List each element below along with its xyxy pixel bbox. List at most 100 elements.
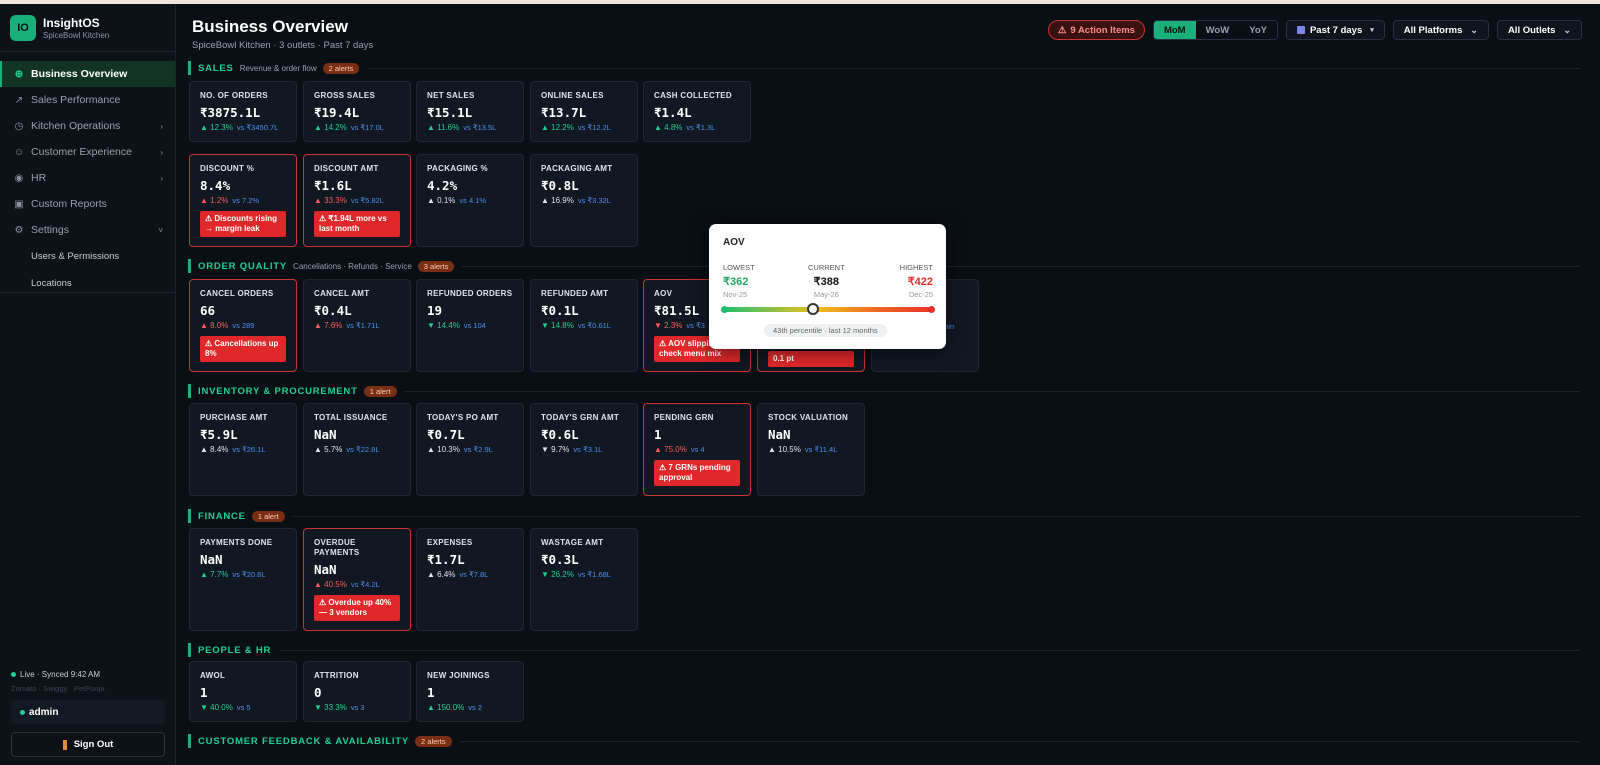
kpi-card-new-joinings[interactable]: NEW JOININGS 1 ▲ 150.0% vs 2 bbox=[416, 661, 524, 722]
outlets-dropdown[interactable]: All Outlets ⌄ bbox=[1496, 20, 1582, 40]
kpi-value: ₹5.9L bbox=[200, 427, 238, 442]
delta-value: 40.0% bbox=[210, 703, 233, 712]
kpi-card-stock-valuation[interactable]: STOCK VALUATION NaN ▲ 10.5% vs ₹11.4L bbox=[757, 403, 865, 496]
kpi-label: AWOL bbox=[200, 671, 226, 680]
kpi-delta: ▲ 75.0% vs 4 bbox=[654, 445, 705, 454]
sidebar-item-settings[interactable]: ⚙ Settings ˅ bbox=[0, 217, 175, 243]
sidebar-item-custom-reports[interactable]: ▣ Custom Reports bbox=[0, 191, 175, 217]
kpi-card-expenses[interactable]: EXPENSES ₹1.7L ▲ 6.4% vs ₹7.8L bbox=[416, 528, 524, 631]
kpi-card-todays-grn-amt[interactable]: TODAY'S GRN AMT ₹0.6L ▼ 9.7% vs ₹3.1L bbox=[530, 403, 638, 496]
comparison-value: vs ₹2.9L bbox=[463, 445, 493, 454]
kpi-label: ONLINE SALES bbox=[541, 91, 604, 100]
kpi-card-total-issuance[interactable]: TOTAL ISSUANCE NaN ▲ 5.7% vs ₹22.8L bbox=[303, 403, 411, 496]
kpi-delta: ▲ 6.4% vs ₹7.8L bbox=[427, 570, 489, 579]
sidebar-item-customer-experience[interactable]: ☺ Customer Experience › bbox=[0, 139, 175, 165]
comparison-value: vs ₹7.8L bbox=[459, 570, 489, 579]
delta-value: 2.3% bbox=[664, 321, 683, 330]
brand: IO InsightOS SpiceBowl Kitchen bbox=[0, 4, 175, 52]
kpi-value: NaN bbox=[200, 552, 223, 567]
sidebar-item-label: Kitchen Operations bbox=[31, 120, 121, 132]
section-title: INVENTORY & PROCUREMENT bbox=[198, 385, 358, 397]
delta-value: 14.2% bbox=[324, 123, 347, 132]
live-dot-icon bbox=[11, 672, 16, 677]
kpi-delta: ▲ 11.6% vs ₹13.5L bbox=[427, 123, 497, 132]
section-title: CUSTOMER FEEDBACK & AVAILABILITY bbox=[198, 735, 410, 747]
kpi-card-cancel-amt[interactable]: CANCEL AMT ₹0.4L ▲ 7.6% vs ₹1.71L bbox=[303, 279, 411, 372]
alert-badge: 1 alert bbox=[363, 385, 397, 397]
kpi-label: CANCEL AMT bbox=[314, 289, 370, 298]
kpi-card-cancel-orders[interactable]: CANCEL ORDERS 66 ▲ 8.0% vs 289 ⚠ Cancella… bbox=[189, 279, 297, 372]
kpi-delta: ▲ 12.3% vs ₹3450.7L bbox=[200, 123, 279, 132]
compare-wow-button[interactable]: WoW bbox=[1196, 21, 1240, 39]
kpi-value: ₹1.6L bbox=[314, 178, 352, 193]
kpi-label: ATTRITION bbox=[314, 671, 359, 680]
kpi-card-gross-sales[interactable]: GROSS SALES ₹19.4L ▲ 14.2% vs ₹17.0L bbox=[303, 81, 411, 142]
kpi-label: CANCEL ORDERS bbox=[200, 289, 274, 298]
sidebar-item-hr[interactable]: ◉ HR › bbox=[0, 165, 175, 191]
smile-icon: ☺ bbox=[13, 146, 25, 158]
kpi-card-packaging-pct[interactable]: PACKAGING % 4.2% ▲ 0.1% vs 4.1% bbox=[416, 154, 524, 247]
sidebar-item-label: Business Overview bbox=[31, 68, 128, 80]
alert-banner[interactable]: ⚠ Discounts rising → margin leak bbox=[200, 211, 286, 237]
alert-banner[interactable]: ⚠ Overdue up 40% — 3 vendors bbox=[314, 595, 400, 621]
kpi-label: TODAY'S PO AMT bbox=[427, 413, 499, 422]
compare-yoy-button[interactable]: YoY bbox=[1239, 21, 1277, 39]
kpi-card-cash-collected[interactable]: CASH COLLECTED ₹1.4L ▲ 4.8% vs ₹1.3L bbox=[643, 81, 751, 142]
platforms-dropdown[interactable]: All Platforms ⌄ bbox=[1392, 20, 1489, 40]
kpi-value: NaN bbox=[768, 427, 791, 442]
kpi-card-awol[interactable]: AWOL 1 ▼ 40.0% vs 5 bbox=[189, 661, 297, 722]
kpi-card-purchase-amt[interactable]: PURCHASE AMT ₹5.9L ▲ 8.4% vs ₹26.1L bbox=[189, 403, 297, 496]
kpi-card-orders[interactable]: NO. OF ORDERS ₹3875.1L ▲ 12.3% vs ₹3450.7… bbox=[189, 81, 297, 142]
comparison-value: vs ₹4.2L bbox=[350, 580, 380, 589]
kpi-card-overdue-payments[interactable]: OVERDUE PAYMENTS NaN ▲ 40.5% vs ₹4.2L ⚠ O… bbox=[303, 528, 411, 631]
kpi-value: ₹0.4L bbox=[314, 303, 352, 318]
kpi-label: TODAY'S GRN AMT bbox=[541, 413, 620, 422]
platforms-label: All Platforms bbox=[1403, 24, 1463, 36]
alert-banner[interactable]: ⚠ Cancellations up 8% bbox=[200, 336, 286, 362]
chevron-right-icon: › bbox=[160, 147, 163, 157]
alert-banner[interactable]: ⚠ ₹1.94L more vs last month bbox=[314, 211, 400, 237]
kpi-card-wastage-amt[interactable]: WASTAGE AMT ₹0.3L ▼ 26.2% vs ₹1.68L bbox=[530, 528, 638, 631]
tooltip-highest: HIGHEST ₹422 Dec-25 bbox=[900, 263, 933, 299]
kpi-card-net-sales[interactable]: NET SALES ₹15.1L ▲ 11.6% vs ₹13.5L bbox=[416, 81, 524, 142]
kpi-card-online-sales[interactable]: ONLINE SALES ₹13.7L ▲ 12.2% vs ₹12.2L bbox=[530, 81, 638, 142]
compare-mom-button[interactable]: MoM bbox=[1153, 21, 1196, 39]
kpi-value: 1 bbox=[200, 685, 208, 700]
range-low-marker bbox=[721, 306, 728, 313]
kpi-label: NO. OF ORDERS bbox=[200, 91, 268, 100]
kpi-card-refunded-orders[interactable]: REFUNDED ORDERS 19 ▼ 14.4% vs 104 bbox=[416, 279, 524, 372]
comparison-value: vs 5 bbox=[236, 703, 251, 712]
kpi-delta: ▲ 12.2% vs ₹12.2L bbox=[541, 123, 611, 132]
highest-month: Dec-25 bbox=[908, 290, 933, 299]
kpi-card-discount-pct[interactable]: DISCOUNT % 8.4% ▲ 1.2% vs 7.2% ⚠ Discount… bbox=[189, 154, 297, 247]
alert-banner[interactable]: 0.1 pt bbox=[768, 351, 854, 367]
user-icon: ◉ bbox=[14, 172, 24, 184]
kpi-card-attrition[interactable]: ATTRITION 0 ▼ 33.3% vs 3 bbox=[303, 661, 411, 722]
sidebar-item-kitchen-operations[interactable]: ◷ Kitchen Operations › bbox=[0, 113, 175, 139]
kpi-card-packaging-amt[interactable]: PACKAGING AMT ₹0.8L ▲ 16.9% vs ₹3.32L bbox=[530, 154, 638, 247]
kpi-value: ₹1.4L bbox=[654, 105, 692, 120]
section-header-people-hr: PEOPLE & HR bbox=[188, 643, 1580, 657]
delta-value: 8.0% bbox=[210, 321, 229, 330]
sidebar-subitem-users-permissions[interactable]: Users & Permissions bbox=[0, 243, 175, 270]
comparison-value: vs ₹22.8L bbox=[346, 445, 380, 454]
sign-out-button[interactable]: Sign Out bbox=[11, 732, 165, 757]
kpi-card-todays-po-amt[interactable]: TODAY'S PO AMT ₹0.7L ▲ 10.3% vs ₹2.9L bbox=[416, 403, 524, 496]
sign-out-label: Sign Out bbox=[73, 739, 114, 750]
kpi-value: ₹0.1L bbox=[541, 303, 579, 318]
sidebar-item-sales-performance[interactable]: ↗ Sales Performance bbox=[0, 87, 175, 113]
user-chip[interactable]: admin bbox=[11, 700, 165, 724]
period-dropdown[interactable]: Past 7 days ▾ bbox=[1285, 20, 1385, 40]
alert-banner[interactable]: ⚠ 7 GRNs pending approval bbox=[654, 460, 740, 486]
comparison-value: vs ₹20.8L bbox=[232, 570, 266, 579]
comparison-value: vs ₹1.71L bbox=[346, 321, 380, 330]
sidebar-item-business-overview[interactable]: ⊕ Business Overview bbox=[0, 61, 175, 87]
action-items-button[interactable]: ⚠ 9 Action Items bbox=[1047, 20, 1145, 40]
delta-value: 8.4% bbox=[210, 445, 229, 454]
kpi-card-discount-amt[interactable]: DISCOUNT AMT ₹1.6L ▲ 33.3% vs ₹5.82L ⚠ ₹1… bbox=[303, 154, 411, 247]
kpi-label: REFUNDED ORDERS bbox=[427, 289, 513, 298]
kpi-card-payments-done[interactable]: PAYMENTS DONE NaN ▲ 7.7% vs ₹20.8L bbox=[189, 528, 297, 631]
gear-icon: ⚙ bbox=[14, 224, 24, 236]
kpi-card-pending-grn[interactable]: PENDING GRN 1 ▲ 75.0% vs 4 ⚠ 7 GRNs pendi… bbox=[643, 403, 751, 496]
kpi-card-refunded-amt[interactable]: REFUNDED AMT ₹0.1L ▼ 14.8% vs ₹0.61L bbox=[530, 279, 638, 372]
